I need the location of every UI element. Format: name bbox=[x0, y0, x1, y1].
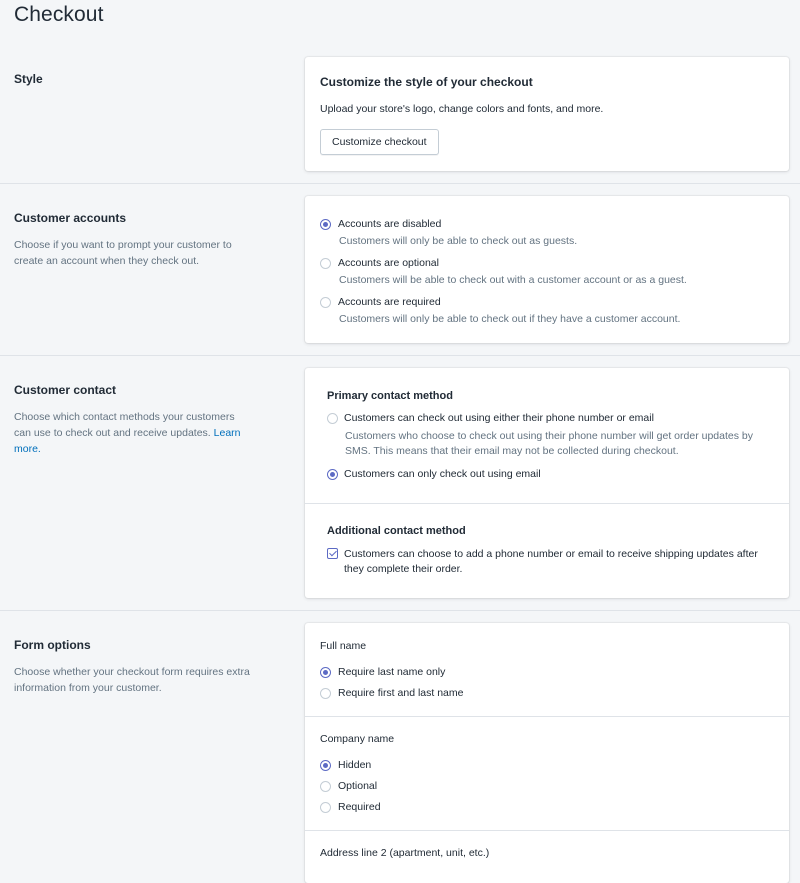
section-divider bbox=[0, 610, 800, 611]
accounts-disabled-label[interactable]: Accounts are disabled bbox=[338, 218, 441, 230]
card-divider bbox=[305, 716, 789, 717]
accounts-section-description: Choose if you want to prompt your custom… bbox=[14, 239, 232, 267]
phone-or-email-help-1: Customers who choose to check out using … bbox=[345, 430, 753, 442]
style-section-title: Style bbox=[14, 72, 43, 86]
phone-or-email-label[interactable]: Customers can check out using either the… bbox=[344, 412, 654, 424]
accounts-disabled-radio[interactable] bbox=[320, 219, 331, 230]
customize-checkout-button[interactable]: Customize checkout bbox=[320, 129, 439, 155]
full-name-label: Full name bbox=[320, 640, 367, 652]
accounts-card: Accounts are disabled Customers will onl… bbox=[305, 196, 789, 343]
form-section-title: Form options bbox=[14, 638, 91, 652]
accounts-section-title: Customer accounts bbox=[14, 211, 127, 225]
additional-contact-heading: Additional contact method bbox=[327, 525, 466, 537]
last-name-only-label[interactable]: Require last name only bbox=[338, 666, 445, 678]
first-and-last-name-label[interactable]: Require first and last name bbox=[338, 687, 463, 699]
company-required-radio[interactable] bbox=[320, 802, 331, 813]
section-divider bbox=[0, 183, 800, 184]
company-hidden-radio[interactable] bbox=[320, 760, 331, 771]
contact-section-description: Choose which contact methods your custom… bbox=[14, 409, 254, 457]
card-divider bbox=[305, 830, 789, 831]
accounts-optional-label[interactable]: Accounts are optional bbox=[338, 257, 439, 269]
accounts-required-label[interactable]: Accounts are required bbox=[338, 296, 441, 308]
form-options-card: Full name Require last name only Require… bbox=[305, 623, 789, 883]
contact-section-title: Customer contact bbox=[14, 383, 117, 397]
company-name-label: Company name bbox=[320, 733, 395, 745]
additional-contact-label-1[interactable]: Customers can choose to add a phone numb… bbox=[344, 548, 758, 560]
additional-contact-label-2[interactable]: they complete their order. bbox=[344, 563, 462, 575]
accounts-required-radio[interactable] bbox=[320, 297, 331, 308]
contact-description-text: Choose which contact methods your custom… bbox=[14, 411, 235, 439]
card-divider bbox=[305, 503, 789, 504]
style-card-heading: Customize the style of your checkout bbox=[320, 75, 533, 89]
first-and-last-name-radio[interactable] bbox=[320, 688, 331, 699]
company-hidden-label[interactable]: Hidden bbox=[338, 759, 371, 771]
company-optional-radio[interactable] bbox=[320, 781, 331, 792]
style-card: Customize the style of your checkout Upl… bbox=[305, 57, 789, 171]
page-title: Checkout bbox=[14, 3, 104, 26]
accounts-disabled-help: Customers will only be able to check out… bbox=[339, 235, 578, 247]
email-only-label[interactable]: Customers can only check out using email bbox=[344, 468, 541, 480]
last-name-only-radio[interactable] bbox=[320, 667, 331, 678]
additional-contact-checkbox[interactable] bbox=[327, 548, 338, 559]
phone-or-email-help-2: SMS. This means that their email may not… bbox=[345, 445, 679, 457]
accounts-optional-radio[interactable] bbox=[320, 258, 331, 269]
section-divider bbox=[0, 355, 800, 356]
address-line2-label: Address line 2 (apartment, unit, etc.) bbox=[320, 847, 490, 859]
phone-or-email-radio[interactable] bbox=[327, 413, 338, 424]
email-only-radio[interactable] bbox=[327, 469, 338, 480]
accounts-required-help: Customers will only be able to check out… bbox=[339, 313, 681, 325]
primary-contact-heading: Primary contact method bbox=[327, 390, 453, 402]
company-required-label[interactable]: Required bbox=[338, 801, 381, 813]
form-section-description: Choose whether your checkout form requir… bbox=[14, 666, 250, 694]
contact-card: Primary contact method Customers can che… bbox=[305, 368, 789, 598]
company-optional-label[interactable]: Optional bbox=[338, 780, 377, 792]
style-card-text: Upload your store's logo, change colors … bbox=[320, 103, 604, 115]
accounts-optional-help: Customers will be able to check out with… bbox=[339, 274, 687, 286]
